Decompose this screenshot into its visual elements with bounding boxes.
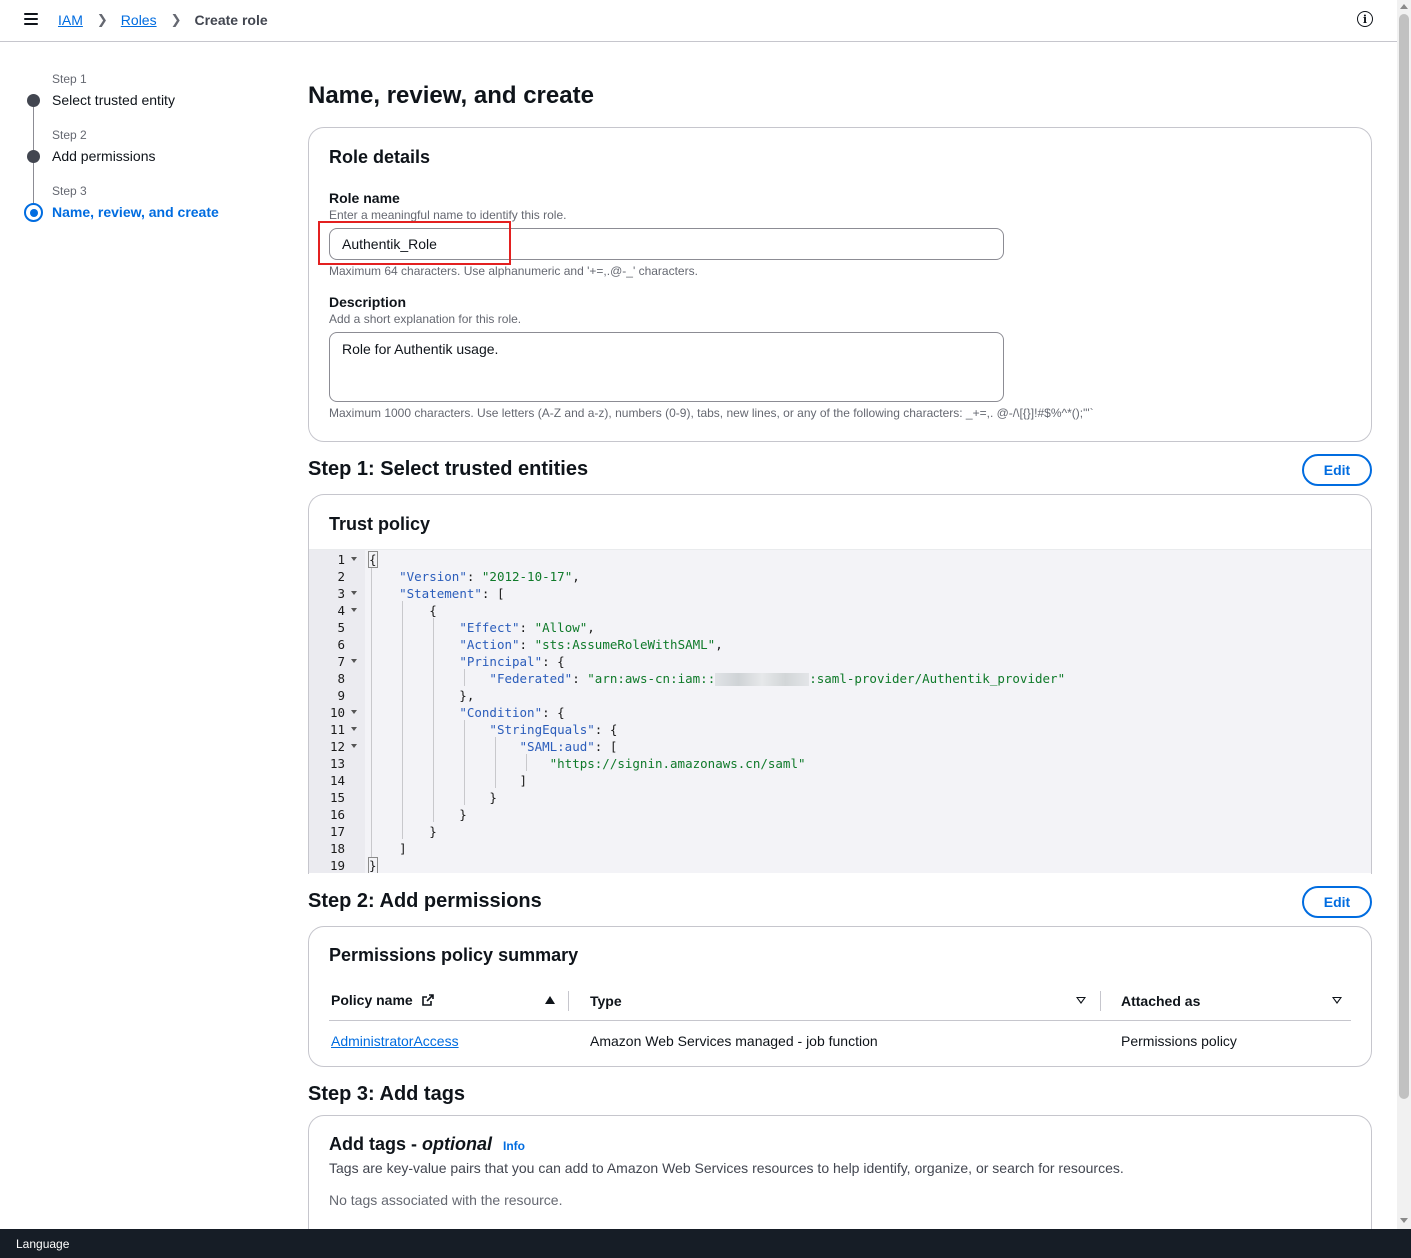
info-link[interactable]: Info bbox=[503, 1139, 525, 1153]
step-2-indicator bbox=[27, 150, 40, 163]
column-header-type[interactable]: Type bbox=[590, 993, 622, 1009]
step-connector bbox=[33, 106, 34, 150]
step-3-indicator bbox=[24, 203, 43, 222]
menu-icon[interactable] bbox=[24, 13, 38, 25]
top-navigation-bar: IAM ❯ Roles ❯ Create role i bbox=[0, 0, 1397, 42]
add-tags-description: Tags are key-value pairs that you can ad… bbox=[329, 1160, 1124, 1176]
page-scrollbar[interactable] bbox=[1397, 0, 1411, 1229]
step-2-heading: Step 2: Add permissions bbox=[308, 890, 542, 912]
step-1-edit-button[interactable]: Edit bbox=[1302, 454, 1372, 486]
step-connector bbox=[33, 162, 34, 204]
policy-type-cell: Amazon Web Services managed - job functi… bbox=[590, 1033, 878, 1049]
column-header-policy-name[interactable]: Policy name bbox=[331, 992, 434, 1008]
step-2-title[interactable]: Add permissions bbox=[52, 148, 156, 164]
permissions-summary-title: Permissions policy summary bbox=[329, 945, 579, 965]
role-name-label: Role name bbox=[329, 190, 400, 206]
description-textarea[interactable]: Role for Authentik usage. bbox=[329, 332, 1004, 402]
breadcrumb: IAM ❯ Roles ❯ Create role bbox=[58, 12, 268, 28]
language-selector[interactable]: Language bbox=[16, 1237, 69, 1251]
description-constraint: Maximum 1000 characters. Use letters (A-… bbox=[329, 406, 1094, 420]
step-1-heading: Step 1: Select trusted entities bbox=[308, 458, 589, 480]
role-name-description: Enter a meaningful name to identify this… bbox=[329, 208, 567, 222]
trust-policy-title: Trust policy bbox=[329, 514, 431, 534]
no-tags-message: No tags associated with the resource. bbox=[329, 1192, 563, 1208]
scroll-down-icon[interactable] bbox=[1400, 1218, 1408, 1223]
breadcrumb-roles[interactable]: Roles bbox=[121, 12, 157, 28]
sort-toggle-icon[interactable] bbox=[1332, 997, 1342, 1004]
page-title: Name, review, and create bbox=[308, 82, 594, 109]
role-name-highlight-box bbox=[318, 221, 511, 265]
trust-policy-code-editor[interactable]: 1{ 2 "Version": "2012-10-17", 3 "Stateme… bbox=[309, 549, 1371, 873]
scrollbar-thumb[interactable] bbox=[1399, 14, 1409, 1099]
role-details-title: Role details bbox=[329, 147, 431, 167]
chevron-right-icon: ❯ bbox=[96, 12, 108, 27]
external-link-icon bbox=[421, 993, 434, 1006]
info-icon[interactable]: i bbox=[1357, 11, 1373, 27]
description-hint: Add a short explanation for this role. bbox=[329, 312, 522, 326]
breadcrumb-iam[interactable]: IAM bbox=[58, 12, 83, 28]
sort-toggle-icon[interactable] bbox=[1076, 997, 1086, 1004]
chevron-right-icon: ❯ bbox=[170, 12, 182, 27]
redacted-account-id bbox=[715, 673, 810, 686]
table-header-divider bbox=[329, 1020, 1351, 1021]
scroll-up-icon[interactable] bbox=[1400, 4, 1408, 9]
step-3-heading: Step 3: Add tags bbox=[308, 1083, 466, 1105]
role-details-card: Role details Role name Enter a meaningfu… bbox=[308, 127, 1372, 442]
step-2-label: Step 2 bbox=[52, 128, 87, 142]
description-label: Description bbox=[329, 294, 407, 310]
step-3-title[interactable]: Name, review, and create bbox=[52, 204, 219, 220]
role-name-constraint: Maximum 64 characters. Use alphanumeric … bbox=[329, 264, 698, 278]
step-1-indicator bbox=[27, 94, 40, 107]
add-tags-title: Add tags - optional Info bbox=[329, 1134, 526, 1154]
step-3-label: Step 3 bbox=[52, 184, 87, 198]
policy-attached-as-cell: Permissions policy bbox=[1121, 1033, 1237, 1049]
breadcrumb-current: Create role bbox=[194, 12, 268, 28]
footer-bar: Language bbox=[0, 1229, 1411, 1258]
step-1-label: Step 1 bbox=[52, 72, 87, 86]
policy-link-administratoraccess[interactable]: AdministratorAccess bbox=[331, 1033, 459, 1049]
step-1-title[interactable]: Select trusted entity bbox=[52, 92, 175, 108]
sort-ascending-icon[interactable] bbox=[545, 996, 555, 1004]
step-2-edit-button[interactable]: Edit bbox=[1302, 886, 1372, 918]
column-header-attached-as[interactable]: Attached as bbox=[1121, 993, 1200, 1009]
